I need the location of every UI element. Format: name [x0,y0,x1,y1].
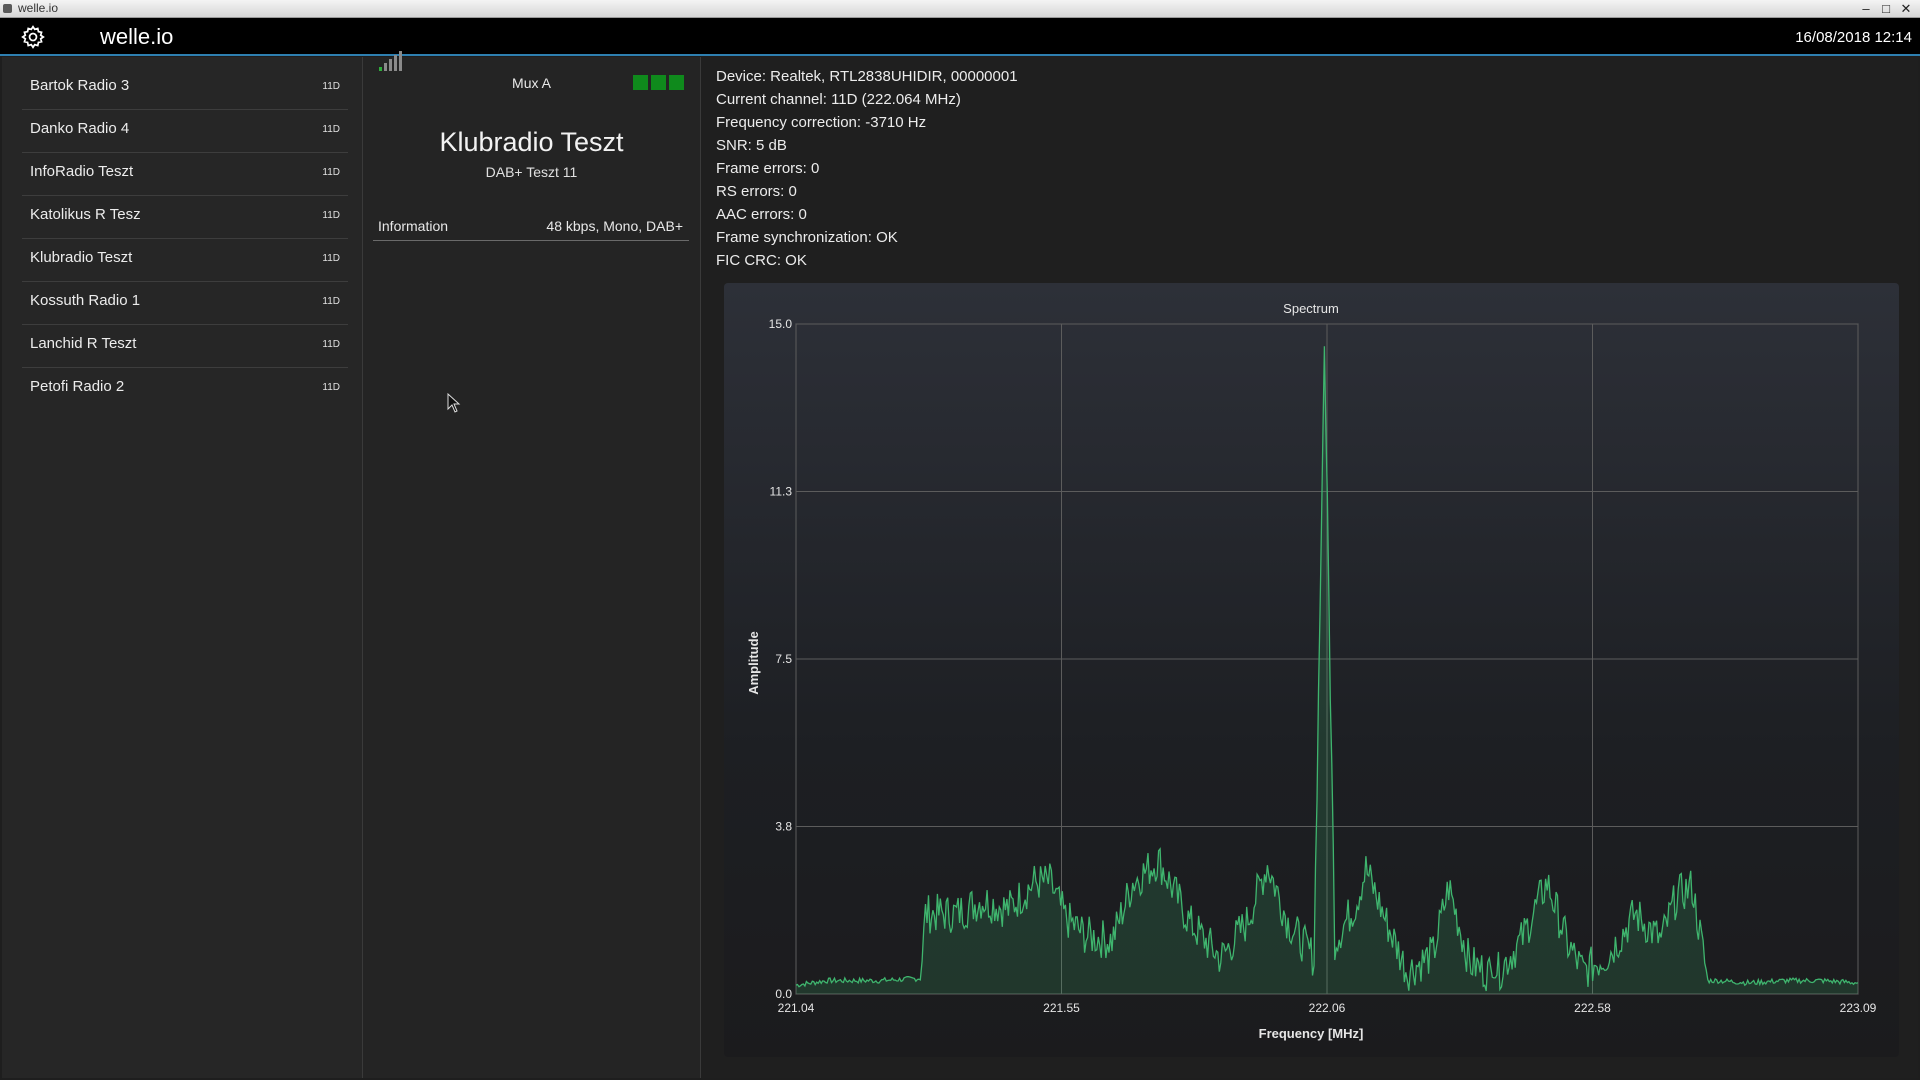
app-icon [3,4,12,13]
station-name: Klubradio Teszt [30,249,133,266]
station-channel: 11D [322,296,340,307]
y-tick-label: 0.0 [775,987,792,1001]
y-tick-label: 11.3 [770,485,793,499]
station-item[interactable]: Lanchid R Teszt 11D [22,325,348,368]
station-item[interactable]: Kossuth Radio 1 11D [22,282,348,325]
details-panel: Device: Realtek, RTL2838UHIDIR, 00000001… [701,57,1918,1078]
ensemble-name: Mux A [512,75,551,91]
close-icon[interactable]: ✕ [1897,0,1915,17]
station-channel: 11D [322,81,340,92]
window-title: welle.io [18,1,59,15]
station-list: Bartok Radio 3 11D Danko Radio 4 11D Inf… [2,57,363,1078]
station-name: Lanchid R Teszt [30,335,137,352]
x-tick-label: 222.58 [1574,1001,1611,1015]
x-tick-label: 222.06 [1309,1001,1346,1015]
y-tick-label: 15.0 [769,317,793,331]
datetime: 16/08/2018 12:14 [1795,29,1912,46]
chart-title: Spectrum [1283,301,1339,316]
station-item[interactable]: Katolikus R Tesz 11D [22,196,348,239]
station-title: Klubradio Teszt [439,127,624,157]
frame-sync-line: Frame synchronization: OK [716,229,898,246]
station-channel: 11D [322,124,340,135]
info-value: 48 kbps, Mono, DAB+ [546,218,683,234]
station-name: InfoRadio Teszt [30,163,134,180]
station-item[interactable]: Petofi Radio 2 11D [22,368,348,410]
window-titlebar: welle.io – □ ✕ [0,0,1920,18]
station-item[interactable]: InfoRadio Teszt 11D [22,153,348,196]
device-info: Device: Realtek, RTL2838UHIDIR, 00000001… [716,65,1018,272]
station-name: Bartok Radio 3 [30,77,130,94]
y-tick-label: 3.8 [775,820,792,834]
minimize-icon[interactable]: – [1857,0,1875,17]
station-subtitle: DAB+ Teszt 11 [485,164,578,180]
station-name: Katolikus R Tesz [30,206,141,223]
app-title: welle.io [100,24,174,49]
station-item[interactable]: Klubradio Teszt 11D [22,239,348,282]
gear-icon[interactable] [20,24,46,50]
x-tick-label: 221.04 [778,1001,815,1015]
station-channel: 11D [322,253,340,264]
device-line: Device: Realtek, RTL2838UHIDIR, 00000001 [716,68,1018,85]
now-playing-panel: Mux A Klubradio Teszt DAB+ Teszt 11 Info… [363,51,701,1078]
spectrum-chart: Spectrum Frequency [MHz] Amplitude 221.0… [724,283,1899,1057]
x-axis-label: Frequency [MHz] [1259,1026,1364,1041]
station-channel: 11D [322,382,340,393]
station-item[interactable]: Danko Radio 4 11D [22,110,348,153]
x-tick-label: 221.55 [1043,1001,1080,1015]
station-name: Petofi Radio 2 [30,378,125,395]
x-tick-label: 223.09 [1840,1001,1877,1015]
aac-errors-line: AAC errors: 0 [716,206,807,223]
fic-crc-line: FIC CRC: OK [716,252,807,269]
rs-errors-line: RS errors: 0 [716,183,797,200]
station-name: Kossuth Radio 1 [30,292,141,309]
mouse-pointer-icon [447,393,461,413]
app-header: welle.io 16/08/2018 12:14 [0,18,1920,56]
station-name: Danko Radio 4 [30,120,130,137]
freq-correction-line: Frequency correction: -3710 Hz [716,114,927,131]
snr-line: SNR: 5 dB [716,137,787,154]
info-row: Information 48 kbps, Mono, DAB+ [373,218,689,241]
maximize-icon[interactable]: □ [1877,0,1895,17]
station-item[interactable]: Bartok Radio 3 11D [22,67,348,110]
channel-line: Current channel: 11D (222.064 MHz) [716,91,961,108]
frame-errors-line: Frame errors: 0 [716,160,820,177]
station-channel: 11D [322,167,340,178]
info-label: Information [378,218,449,234]
station-channel: 11D [322,339,340,350]
y-tick-label: 7.5 [775,652,792,666]
y-axis-label: Amplitude [746,631,761,695]
station-channel: 11D [322,210,340,221]
